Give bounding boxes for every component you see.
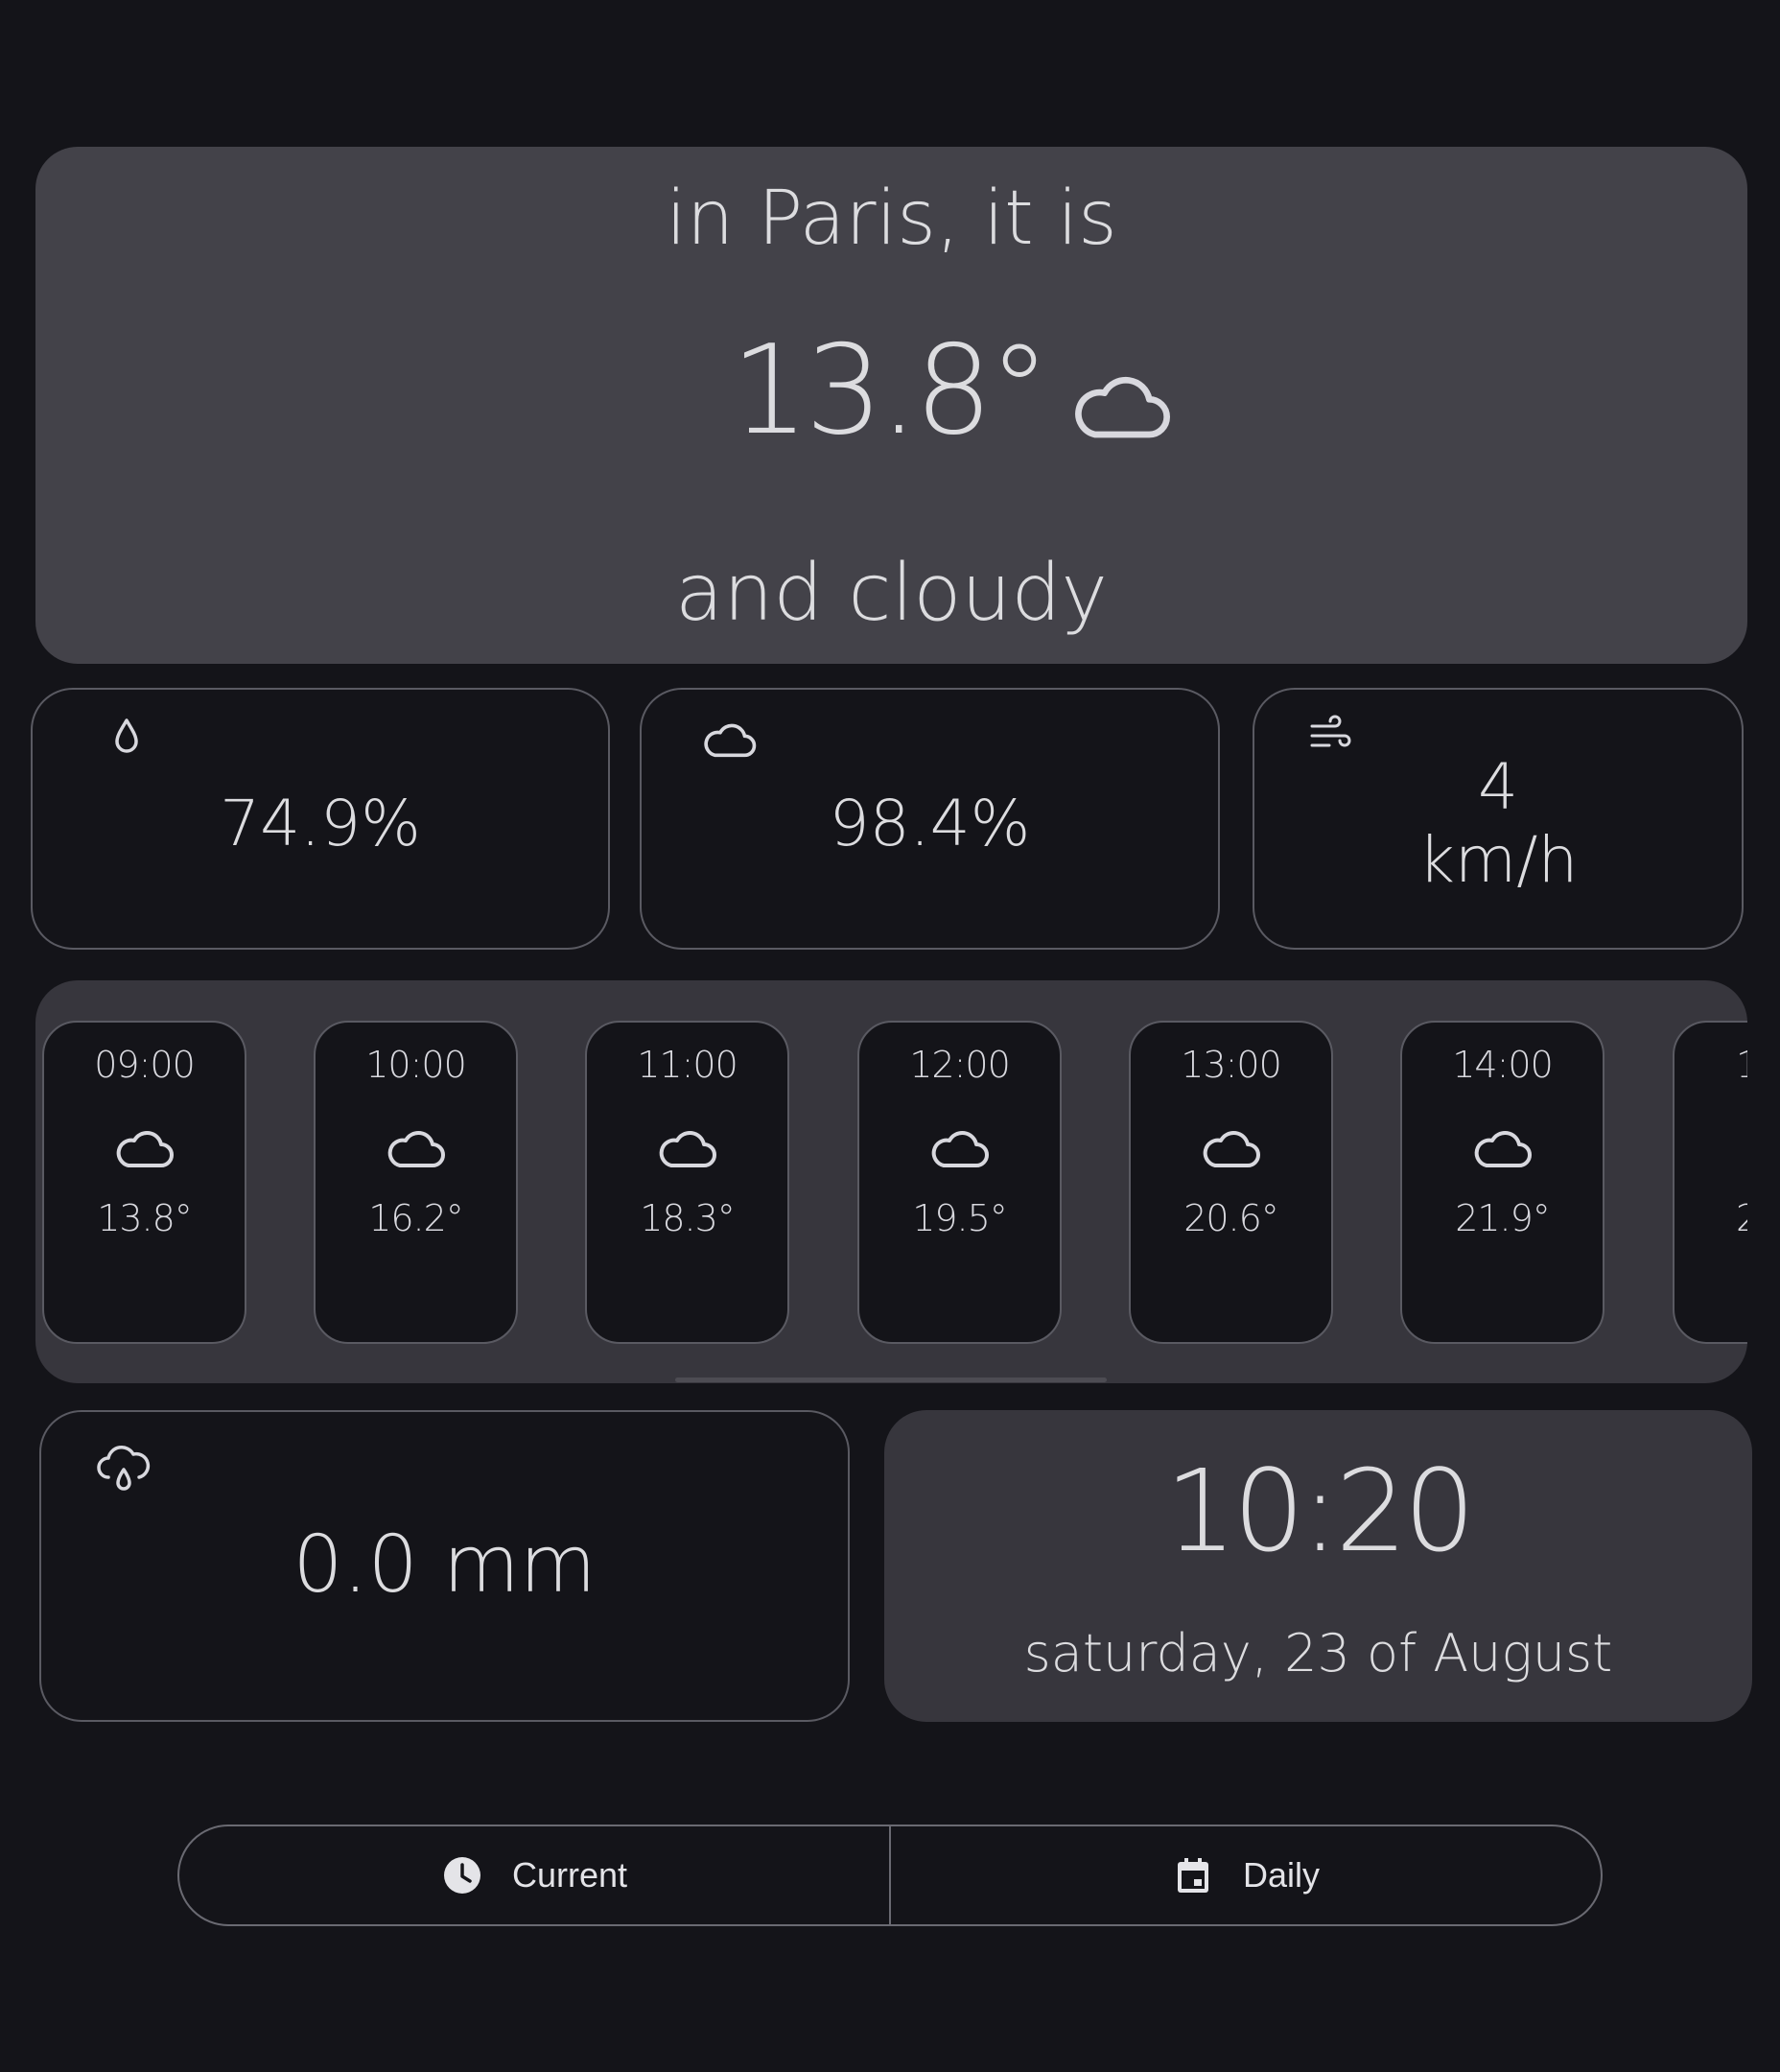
clock-card: 10:20 saturday, 23 of August bbox=[884, 1410, 1752, 1722]
hour-time: 15:00 bbox=[1675, 1044, 1747, 1086]
cloud-icon bbox=[1471, 1125, 1534, 1171]
precipitation-value: 0.0 mm bbox=[293, 1519, 597, 1611]
cloud-cover-card: 98.4% bbox=[640, 688, 1220, 950]
hour-time: 09:00 bbox=[94, 1044, 196, 1086]
cloud-icon bbox=[113, 1125, 176, 1171]
view-switcher: Current Daily bbox=[177, 1825, 1603, 1926]
hour-card[interactable]: 14:00 21.9° bbox=[1400, 1021, 1604, 1344]
hour-card[interactable]: 13:00 20.6° bbox=[1129, 1021, 1333, 1344]
hour-time: 13:00 bbox=[1181, 1044, 1282, 1086]
horizontal-scrollbar[interactable] bbox=[675, 1377, 1107, 1382]
hour-time: 11:00 bbox=[637, 1044, 738, 1086]
hour-time: 10:00 bbox=[365, 1044, 467, 1086]
hour-card[interactable]: 10:00 16.2° bbox=[314, 1021, 518, 1344]
hour-time: 14:00 bbox=[1452, 1044, 1554, 1086]
hour-card[interactable]: 15:00 2 bbox=[1673, 1021, 1747, 1344]
daily-tab[interactable]: Daily bbox=[889, 1826, 1601, 1924]
hour-temp: 2 bbox=[1675, 1197, 1747, 1239]
clock-date: saturday, 23 of August bbox=[1023, 1623, 1613, 1684]
hour-card[interactable]: 11:00 18.3° bbox=[585, 1021, 789, 1344]
hour-time: 12:00 bbox=[909, 1044, 1011, 1086]
clock-time: 10:20 bbox=[1164, 1445, 1475, 1577]
cloud-icon bbox=[656, 1125, 719, 1171]
condition-text: and cloudy bbox=[675, 548, 1108, 639]
daily-tab-label: Daily bbox=[1242, 1855, 1320, 1895]
hour-card[interactable]: 12:00 19.5° bbox=[857, 1021, 1062, 1344]
wind-value: 4 km/h bbox=[1417, 749, 1579, 897]
hour-temp: 13.8° bbox=[97, 1197, 193, 1239]
hour-card[interactable]: 09:00 13.8° bbox=[42, 1021, 246, 1344]
cloud-icon bbox=[928, 1125, 992, 1171]
cloud-icon bbox=[1069, 367, 1175, 444]
clock-icon bbox=[443, 1857, 480, 1894]
current-tab-label: Current bbox=[511, 1855, 628, 1895]
precipitation-card: 0.0 mm bbox=[39, 1410, 850, 1722]
current-weather-card: in Paris, it is 13.8° and cloudy bbox=[35, 147, 1747, 664]
hour-temp: 18.3° bbox=[640, 1197, 736, 1239]
hour-temp: 16.2° bbox=[368, 1197, 464, 1239]
hourly-forecast-scroller[interactable]: 09:00 13.8° 10:00 16.2° 11:00 18.3° 12:0… bbox=[35, 980, 1747, 1383]
calendar-icon bbox=[1177, 1858, 1208, 1893]
rain-cloud-icon bbox=[97, 1446, 151, 1491]
humidity-card: 74.9% bbox=[31, 688, 610, 950]
cloud-icon bbox=[385, 1125, 448, 1171]
humidity-value: 74.9% bbox=[220, 786, 421, 860]
current-tab[interactable]: Current bbox=[179, 1826, 889, 1924]
hour-temp: 21.9° bbox=[1455, 1197, 1551, 1239]
hour-temp: 19.5° bbox=[912, 1197, 1008, 1239]
cloud-cover-value: 98.4% bbox=[829, 786, 1031, 860]
cloud-icon bbox=[1200, 1125, 1263, 1171]
current-temperature: 13.8° bbox=[731, 319, 1050, 462]
location-heading: in Paris, it is bbox=[666, 176, 1117, 262]
wind-card: 4 km/h bbox=[1253, 688, 1744, 950]
hour-temp: 20.6° bbox=[1183, 1197, 1279, 1239]
